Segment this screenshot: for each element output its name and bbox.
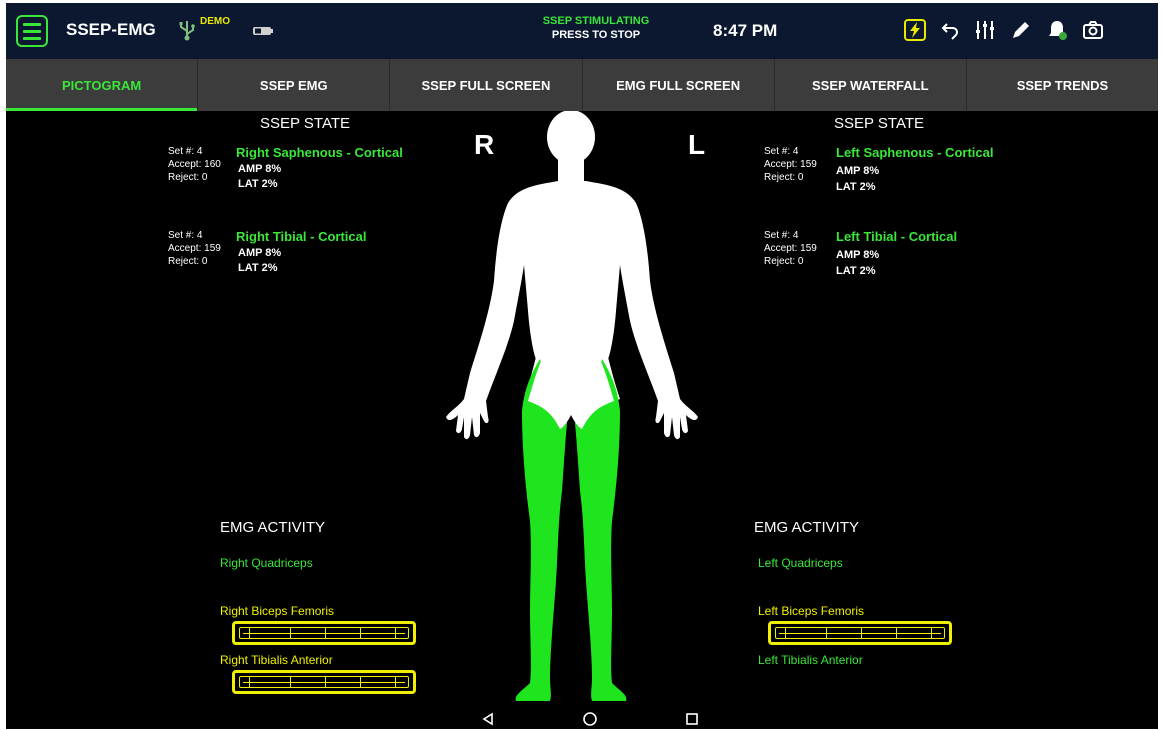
channel-name: Left Tibial - Cortical <box>836 229 958 244</box>
set-count: Set #: 4 <box>168 146 203 157</box>
amp-value: AMP 8% <box>238 247 282 259</box>
tab-emg-full-screen[interactable]: EMG FULL SCREEN <box>583 59 775 111</box>
tab-pictogram[interactable]: PICTOGRAM <box>6 59 199 111</box>
bell-icon[interactable] <box>1044 17 1070 43</box>
left-tibialis-anterior-label[interactable]: Left Tibialis Anterior <box>758 653 863 667</box>
accept-count: Accept: 159 <box>764 159 817 170</box>
set-count: Set #: 4 <box>764 146 799 157</box>
reject-count: Reject: 0 <box>168 172 208 183</box>
reject-count: Reject: 0 <box>764 172 804 183</box>
reject-count: Reject: 0 <box>168 256 208 267</box>
right-biceps-femoris-label[interactable]: Right Biceps Femoris <box>220 604 334 618</box>
reject-count: Reject: 0 <box>764 256 804 267</box>
recents-icon[interactable] <box>682 709 702 729</box>
back-icon[interactable] <box>478 709 498 729</box>
channel-name: Left Saphenous - Cortical <box>836 145 994 160</box>
amp-value: AMP 8% <box>836 165 880 177</box>
left-side-label: L <box>688 129 706 160</box>
right-quadriceps-label[interactable]: Right Quadriceps <box>220 556 313 570</box>
left-emg-title: EMG ACTIVITY <box>754 519 860 536</box>
tab-ssep-emg[interactable]: SSEP EMG <box>198 59 391 111</box>
left-biceps-femoris-label[interactable]: Left Biceps Femoris <box>758 604 864 618</box>
lat-value: LAT 2% <box>238 262 278 274</box>
pictogram-view: R L SSEP STATE Set #: 4 Accept: 160 Reje… <box>6 111 1158 729</box>
left-saphenous-channel[interactable]: Set #: 4 Accept: 159 Reject: 0 Left Saph… <box>764 145 1034 205</box>
tab-ssep-trends[interactable]: SSEP TRENDS <box>967 59 1158 111</box>
right-side-label: R <box>474 129 495 160</box>
lightning-icon[interactable] <box>902 17 928 43</box>
undo-icon[interactable] <box>938 17 964 43</box>
right-tibialis-anterior-emg-bar[interactable] <box>232 670 416 694</box>
tab-bar: PICTOGRAM SSEP EMG SSEP FULL SCREEN EMG … <box>6 59 1158 111</box>
sliders-icon[interactable] <box>972 17 998 43</box>
lat-value: LAT 2% <box>238 178 278 190</box>
channel-stats: Set #: 4 Accept: 160 Reject: 0 <box>168 145 221 184</box>
right-saphenous-channel[interactable]: Set #: 4 Accept: 160 Reject: 0 Right Sap… <box>168 145 428 205</box>
right-emg-title: EMG ACTIVITY <box>220 519 326 536</box>
channel-stats: Set #: 4 Accept: 159 Reject: 0 <box>764 229 817 268</box>
left-biceps-femoris-emg-bar[interactable] <box>768 621 952 645</box>
stim-action-label: PRESS TO STOP <box>551 29 641 41</box>
left-ssep-title: SSEP STATE <box>834 115 925 132</box>
channel-name: Right Tibial - Cortical <box>236 229 367 244</box>
accept-count: Accept: 159 <box>168 243 221 254</box>
app-title: SSEP-EMG <box>66 20 156 39</box>
accept-count: Accept: 160 <box>168 159 221 170</box>
stim-status-label: SSEP STIMULATING <box>542 15 650 27</box>
channel-stats: Set #: 4 Accept: 159 Reject: 0 <box>764 145 817 184</box>
clock: 8:47 PM <box>713 21 778 40</box>
stim-stop-button[interactable]: SSEP STIMULATING PRESS TO STOP <box>506 15 686 41</box>
lat-value: LAT 2% <box>836 265 876 277</box>
tab-ssep-waterfall[interactable]: SSEP WATERFALL <box>775 59 967 111</box>
accept-count: Accept: 159 <box>764 243 817 254</box>
right-biceps-femoris-emg-bar[interactable] <box>232 621 416 645</box>
body-pictogram <box>446 111 698 701</box>
tab-ssep-full-screen[interactable]: SSEP FULL SCREEN <box>390 59 583 111</box>
channel-name: Right Saphenous - Cortical <box>236 145 403 160</box>
right-ssep-title: SSEP STATE <box>260 115 351 132</box>
camera-icon[interactable] <box>1080 17 1106 43</box>
app-window: SSEP-EMG DEMO SSEP STIMULATING PRESS TO … <box>6 3 1158 729</box>
left-tibial-channel[interactable]: Set #: 4 Accept: 159 Reject: 0 Left Tibi… <box>764 229 1034 289</box>
right-tibial-channel[interactable]: Set #: 4 Accept: 159 Reject: 0 Right Tib… <box>168 229 428 289</box>
lat-value: LAT 2% <box>836 181 876 193</box>
menu-icon[interactable] <box>16 15 48 47</box>
set-count: Set #: 4 <box>168 230 203 241</box>
left-quadriceps-label[interactable]: Left Quadriceps <box>758 556 843 570</box>
amp-value: AMP 8% <box>836 249 880 261</box>
right-tibialis-anterior-label[interactable]: Right Tibialis Anterior <box>220 653 333 667</box>
battery-icon <box>253 27 273 35</box>
home-icon[interactable] <box>580 709 600 729</box>
top-bar: SSEP-EMG DEMO SSEP STIMULATING PRESS TO … <box>6 3 1158 59</box>
set-count: Set #: 4 <box>764 230 799 241</box>
channel-stats: Set #: 4 Accept: 159 Reject: 0 <box>168 229 221 268</box>
demo-label: DEMO <box>200 16 230 27</box>
usb-icon <box>179 21 195 41</box>
pen-icon[interactable] <box>1008 17 1034 43</box>
amp-value: AMP 8% <box>238 163 282 175</box>
